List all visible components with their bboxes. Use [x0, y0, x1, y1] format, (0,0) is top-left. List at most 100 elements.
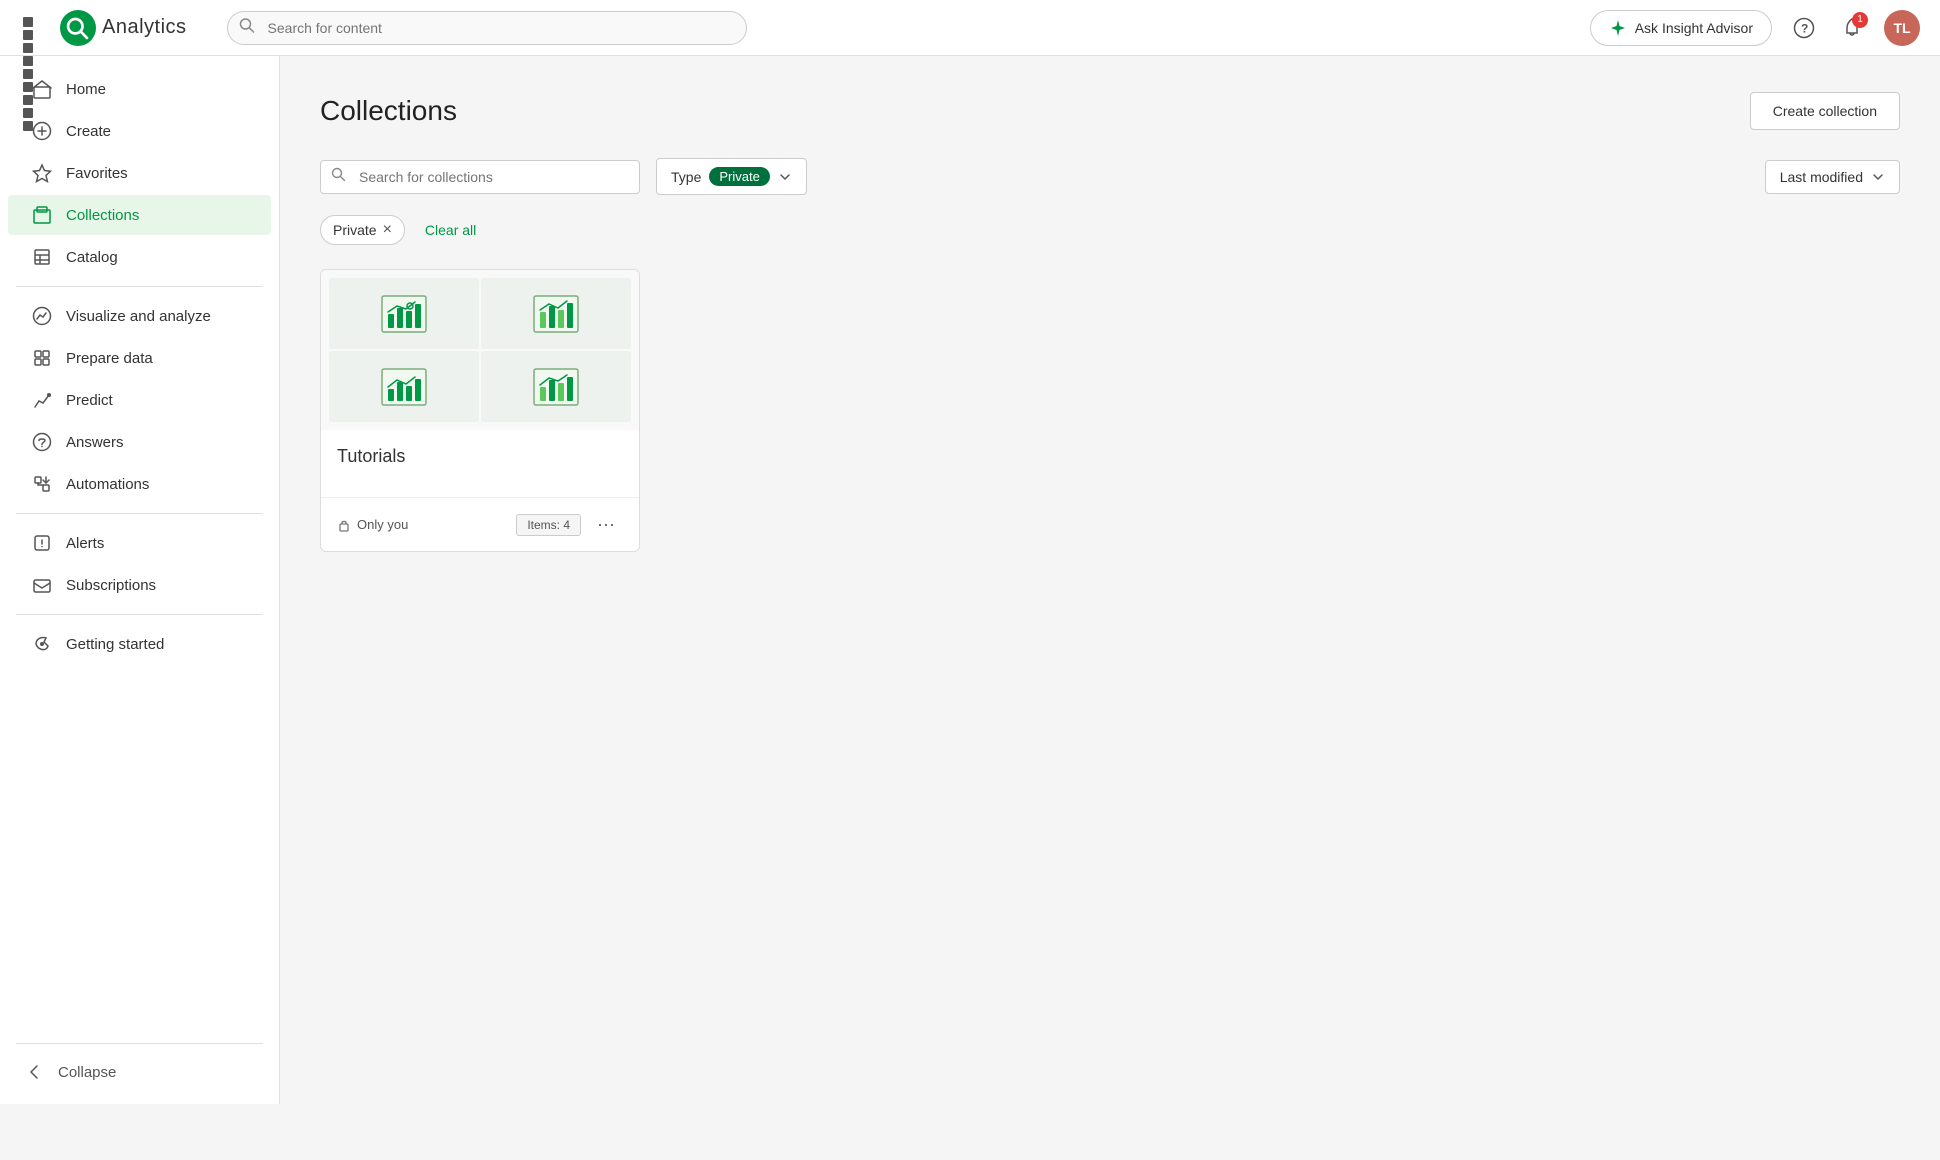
sidebar-collapse-label: Collapse [58, 1064, 116, 1081]
sort-chevron-icon [1871, 170, 1885, 184]
notification-badge: 1 [1852, 12, 1868, 28]
sidebar-item-favorites-label: Favorites [66, 165, 128, 182]
items-count-badge: Items: 4 [516, 514, 581, 536]
alerts-icon [32, 533, 52, 553]
page-title: Collections [320, 95, 457, 127]
collection-card-tutorials[interactable]: Tutorials Only you Items: 4 ··· [320, 269, 640, 552]
sidebar-item-create-label: Create [66, 123, 111, 140]
home-icon [32, 79, 52, 99]
layout: Home Create Favorites Collections Catalo… [0, 56, 1940, 1104]
card-body: Tutorials [321, 430, 639, 497]
topbar: Analytics Ask Insight Advisor ? 1 TL [0, 0, 1940, 56]
logo-text: Analytics [102, 16, 187, 39]
collections-search [320, 160, 640, 194]
sidebar-item-home-label: Home [66, 81, 106, 98]
sidebar-item-create[interactable]: Create [8, 111, 271, 151]
sidebar-item-automations-label: Automations [66, 476, 149, 493]
collections-icon [32, 205, 52, 225]
sidebar-item-predict-label: Predict [66, 392, 113, 409]
sort-dropdown[interactable]: Last modified [1765, 160, 1900, 194]
predict-icon [32, 390, 52, 410]
private-filter-label: Private [333, 222, 377, 238]
insight-advisor-button[interactable]: Ask Insight Advisor [1590, 10, 1772, 46]
sidebar-divider-2 [16, 513, 263, 514]
chart-icon-1 [380, 294, 428, 334]
create-collection-button[interactable]: Create collection [1750, 92, 1900, 130]
main-content: Collections Create collection Type Priva… [280, 56, 1940, 1104]
sidebar-divider-3 [16, 614, 263, 615]
prepare-icon [32, 348, 52, 368]
sidebar-item-alerts[interactable]: Alerts [8, 523, 271, 563]
sidebar-item-visualize[interactable]: Visualize and analyze [8, 296, 271, 336]
collapse-icon [24, 1062, 44, 1082]
sidebar-item-collections-label: Collections [66, 207, 139, 224]
active-filters: Private × Clear all [320, 215, 1900, 245]
thumbnail-4 [481, 351, 631, 422]
sort-label: Last modified [1780, 169, 1863, 185]
thumbnail-3 [329, 351, 479, 422]
search-collections-icon [331, 167, 346, 187]
search-collections-input[interactable] [320, 160, 640, 194]
sidebar-item-getting-started[interactable]: Getting started [8, 624, 271, 664]
sidebar-item-subscriptions[interactable]: Subscriptions [8, 565, 271, 605]
sidebar-item-subscriptions-label: Subscriptions [66, 577, 156, 594]
global-search-icon [239, 17, 255, 38]
sidebar-item-favorites[interactable]: Favorites [8, 153, 271, 193]
type-filter[interactable]: Type Private [656, 158, 807, 195]
sidebar-item-catalog[interactable]: Catalog [8, 237, 271, 277]
card-thumbnails [321, 270, 639, 430]
catalog-icon [32, 247, 52, 267]
sidebar-item-predict[interactable]: Predict [8, 380, 271, 420]
more-options-button[interactable]: ··· [589, 510, 623, 539]
card-footer: Only you Items: 4 ··· [321, 497, 639, 551]
visualize-icon [32, 306, 52, 326]
card-privacy: Only you [337, 517, 408, 532]
page-header: Collections Create collection [320, 92, 1900, 130]
sidebar-item-answers-label: Answers [66, 434, 124, 451]
sidebar-bottom: Collapse [0, 1035, 279, 1092]
sidebar-item-collections[interactable]: Collections [8, 195, 271, 235]
getting-started-icon [32, 634, 52, 654]
sidebar-item-answers[interactable]: Answers [8, 422, 271, 462]
sidebar-collapse-button[interactable]: Collapse [0, 1052, 279, 1092]
sidebar-item-getting-started-label: Getting started [66, 636, 164, 653]
private-filter-tag[interactable]: Private × [320, 215, 405, 245]
help-button[interactable]: ? [1788, 12, 1820, 44]
lock-icon [337, 518, 351, 532]
sidebar-item-prepare[interactable]: Prepare data [8, 338, 271, 378]
sidebar-divider-1 [16, 286, 263, 287]
sidebar: Home Create Favorites Collections Catalo… [0, 56, 280, 1104]
sidebar-item-prepare-label: Prepare data [66, 350, 153, 367]
avatar[interactable]: TL [1884, 10, 1920, 46]
answers-icon [32, 432, 52, 452]
subscriptions-icon [32, 575, 52, 595]
app-switcher-icon[interactable] [20, 14, 48, 42]
filters-row: Type Private Last modified [320, 158, 1900, 195]
card-actions: Items: 4 ··· [516, 510, 623, 539]
qlik-logo-icon [60, 10, 96, 46]
global-search-input[interactable] [227, 11, 747, 45]
thumbnail-1 [329, 278, 479, 349]
sidebar-item-alerts-label: Alerts [66, 535, 104, 552]
create-icon [32, 121, 52, 141]
card-title: Tutorials [337, 446, 623, 467]
type-filter-label: Type [671, 169, 701, 185]
sidebar-divider-bottom [16, 1043, 263, 1044]
chevron-down-icon [778, 170, 792, 184]
clear-all-button[interactable]: Clear all [417, 218, 484, 242]
topbar-right: Ask Insight Advisor ? 1 TL [1590, 10, 1920, 46]
logo[interactable]: Analytics [60, 10, 187, 46]
privacy-label: Only you [357, 517, 408, 532]
global-search [227, 11, 747, 45]
sidebar-item-home[interactable]: Home [8, 69, 271, 109]
sidebar-item-catalog-label: Catalog [66, 249, 118, 266]
remove-filter-icon[interactable]: × [383, 222, 392, 238]
notifications-button[interactable]: 1 [1836, 12, 1868, 44]
chart-icon-4 [532, 367, 580, 407]
svg-text:?: ? [1801, 21, 1808, 35]
sidebar-item-automations[interactable]: Automations [8, 464, 271, 504]
star-icon [32, 163, 52, 183]
type-filter-value: Private [709, 167, 769, 186]
thumbnail-2 [481, 278, 631, 349]
chart-icon-2 [532, 294, 580, 334]
